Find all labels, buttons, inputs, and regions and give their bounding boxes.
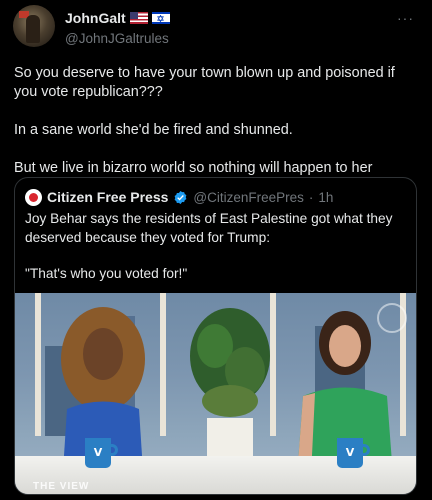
plant-image	[190, 308, 270, 456]
quoted-post-header: Citizen Free Press @CitizenFreePres · 1h	[25, 188, 333, 206]
author-name-row: JohnGalt	[65, 9, 170, 27]
post-paragraph: But we live in bizarro world so nothing …	[14, 160, 373, 176]
quoted-post-time: 1h	[318, 189, 334, 205]
show-logo: THE VIEW	[33, 481, 90, 492]
quoted-paragraph: Joy Behar says the residents of East Pal…	[25, 211, 393, 245]
mug-image: V	[85, 438, 118, 468]
quoted-post-text: Joy Behar says the residents of East Pal…	[25, 210, 410, 302]
separator-dot: ·	[308, 189, 314, 205]
more-options-icon[interactable]: ···	[397, 10, 414, 26]
quoted-paragraph: "That's who you voted for!"	[25, 266, 188, 281]
post-header-avatar[interactable]	[13, 5, 55, 47]
post-paragraph: So you deserve to have your town blown u…	[14, 65, 395, 100]
post-paragraph: In a sane world she'd be fired and shunn…	[14, 122, 293, 138]
window-frame	[160, 293, 166, 436]
israel-flag-icon	[151, 12, 170, 24]
post-header: JohnGalt @JohnJGaltrules	[65, 9, 170, 46]
network-watermark-icon	[377, 303, 407, 333]
mug-label: V	[93, 446, 103, 459]
mug-label: V	[345, 446, 355, 459]
author-display-name[interactable]: JohnGalt	[65, 10, 126, 26]
avatar-figure-shape	[26, 15, 40, 43]
us-flag-icon	[129, 12, 148, 24]
author-handle[interactable]: @JohnJGaltrules	[65, 31, 170, 46]
quoted-post-card[interactable]: Citizen Free Press @CitizenFreePres · 1h…	[14, 177, 417, 495]
quoted-video-thumbnail[interactable]: V V THE VIEW	[15, 293, 416, 494]
quoted-author-handle: @CitizenFreePres	[193, 189, 304, 205]
verified-badge-icon	[175, 190, 187, 204]
quoted-author-avatar	[25, 188, 42, 206]
window-frame	[35, 293, 41, 436]
quoted-author-name: Citizen Free Press	[47, 189, 169, 205]
mug-image: V	[337, 438, 370, 468]
